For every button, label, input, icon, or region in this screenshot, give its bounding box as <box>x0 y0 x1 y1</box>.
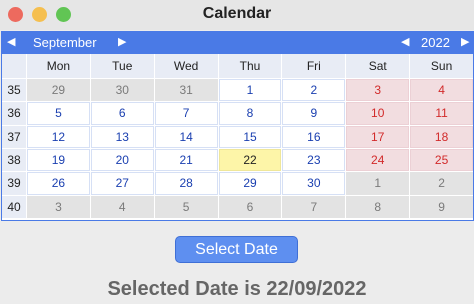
calendar-grid: Mon Tue Wed Thu Fri Sat Sun 35 29 30 31 1 2 3 4 36 5 6 7 8 9… <box>2 54 473 218</box>
day-cell[interactable]: 2 <box>410 172 473 195</box>
day-cell[interactable]: 3 <box>346 79 410 102</box>
day-cell[interactable]: 29 <box>27 79 90 102</box>
day-cell[interactable]: 8 <box>346 195 410 218</box>
day-cell[interactable]: 6 <box>90 102 154 125</box>
day-cell[interactable]: 7 <box>154 102 218 125</box>
day-cell[interactable]: 26 <box>27 172 90 195</box>
day-cell[interactable]: 1 <box>346 172 410 195</box>
weekday-header: Wed <box>154 54 218 78</box>
week-number: 37 <box>2 125 26 148</box>
day-cell[interactable]: 4 <box>90 195 154 218</box>
day-cell[interactable]: 28 <box>154 172 218 195</box>
month-selector[interactable]: September <box>33 35 97 50</box>
weekday-header: Tue <box>90 54 154 78</box>
day-cell[interactable]: 14 <box>154 125 218 148</box>
day-cell[interactable]: 13 <box>90 125 154 148</box>
day-cell[interactable]: 8 <box>218 102 282 125</box>
week-number: 39 <box>2 172 26 195</box>
weekday-header: Mon <box>27 54 90 78</box>
day-cell[interactable]: 31 <box>154 79 218 102</box>
day-cell[interactable]: 7 <box>282 195 346 218</box>
prev-year-icon[interactable]: ◀ <box>401 35 409 48</box>
day-cell[interactable]: 6 <box>218 195 282 218</box>
day-cell[interactable]: 9 <box>410 195 473 218</box>
day-cell[interactable]: 25 <box>410 149 473 172</box>
next-year-icon[interactable]: ▶ <box>461 35 469 48</box>
day-cell[interactable]: 1 <box>218 79 282 102</box>
weekday-header: Sat <box>346 54 410 78</box>
day-cell[interactable]: 12 <box>27 125 90 148</box>
weekday-header: Sun <box>410 54 473 78</box>
day-cell[interactable]: 16 <box>282 125 346 148</box>
next-month-icon[interactable]: ▶ <box>118 35 126 48</box>
day-cell[interactable]: 29 <box>218 172 282 195</box>
day-cell[interactable]: 9 <box>282 102 346 125</box>
day-cell[interactable]: 30 <box>282 172 346 195</box>
day-cell[interactable]: 5 <box>154 195 218 218</box>
day-cell[interactable]: 3 <box>27 195 90 218</box>
day-cell[interactable]: 19 <box>27 149 90 172</box>
calendar-nav-bar: ◀ September ▶ ◀ 2022 ▶ <box>2 32 473 54</box>
day-cell[interactable]: 21 <box>154 149 218 172</box>
day-cell[interactable]: 11 <box>410 102 473 125</box>
window-title: Calendar <box>202 5 272 22</box>
day-cell[interactable]: 2 <box>282 79 346 102</box>
prev-month-icon[interactable]: ◀ <box>7 35 15 48</box>
weekday-header: Thu <box>218 54 282 78</box>
select-date-button[interactable]: Select Date <box>175 236 298 263</box>
day-cell[interactable]: 23 <box>282 149 346 172</box>
selected-date-text: Selected Date is 22/09/2022 <box>107 278 367 300</box>
day-cell[interactable]: 5 <box>27 102 90 125</box>
day-cell[interactable]: 27 <box>90 172 154 195</box>
week-number: 35 <box>2 79 26 102</box>
day-cell[interactable]: 4 <box>410 79 473 102</box>
week-number: 36 <box>2 102 26 125</box>
title-bar: Calendar <box>0 0 474 30</box>
day-cell[interactable]: 30 <box>90 79 154 102</box>
day-cell[interactable]: 24 <box>346 149 410 172</box>
day-cell[interactable]: 10 <box>346 102 410 125</box>
day-cell-selected[interactable]: 22 <box>218 149 282 172</box>
year-selector[interactable]: 2022 <box>421 35 450 50</box>
week-number: 40 <box>2 195 26 218</box>
calendar-widget: ◀ September ▶ ◀ 2022 ▶ Mon Tue Wed Thu Fri Sa… <box>1 31 474 221</box>
day-cell[interactable]: 17 <box>346 125 410 148</box>
week-number-header <box>2 54 26 78</box>
day-cell[interactable]: 15 <box>218 125 282 148</box>
week-number: 38 <box>2 149 26 172</box>
day-cell[interactable]: 20 <box>90 149 154 172</box>
day-cell[interactable]: 18 <box>410 125 473 148</box>
weekday-header: Fri <box>282 54 346 78</box>
